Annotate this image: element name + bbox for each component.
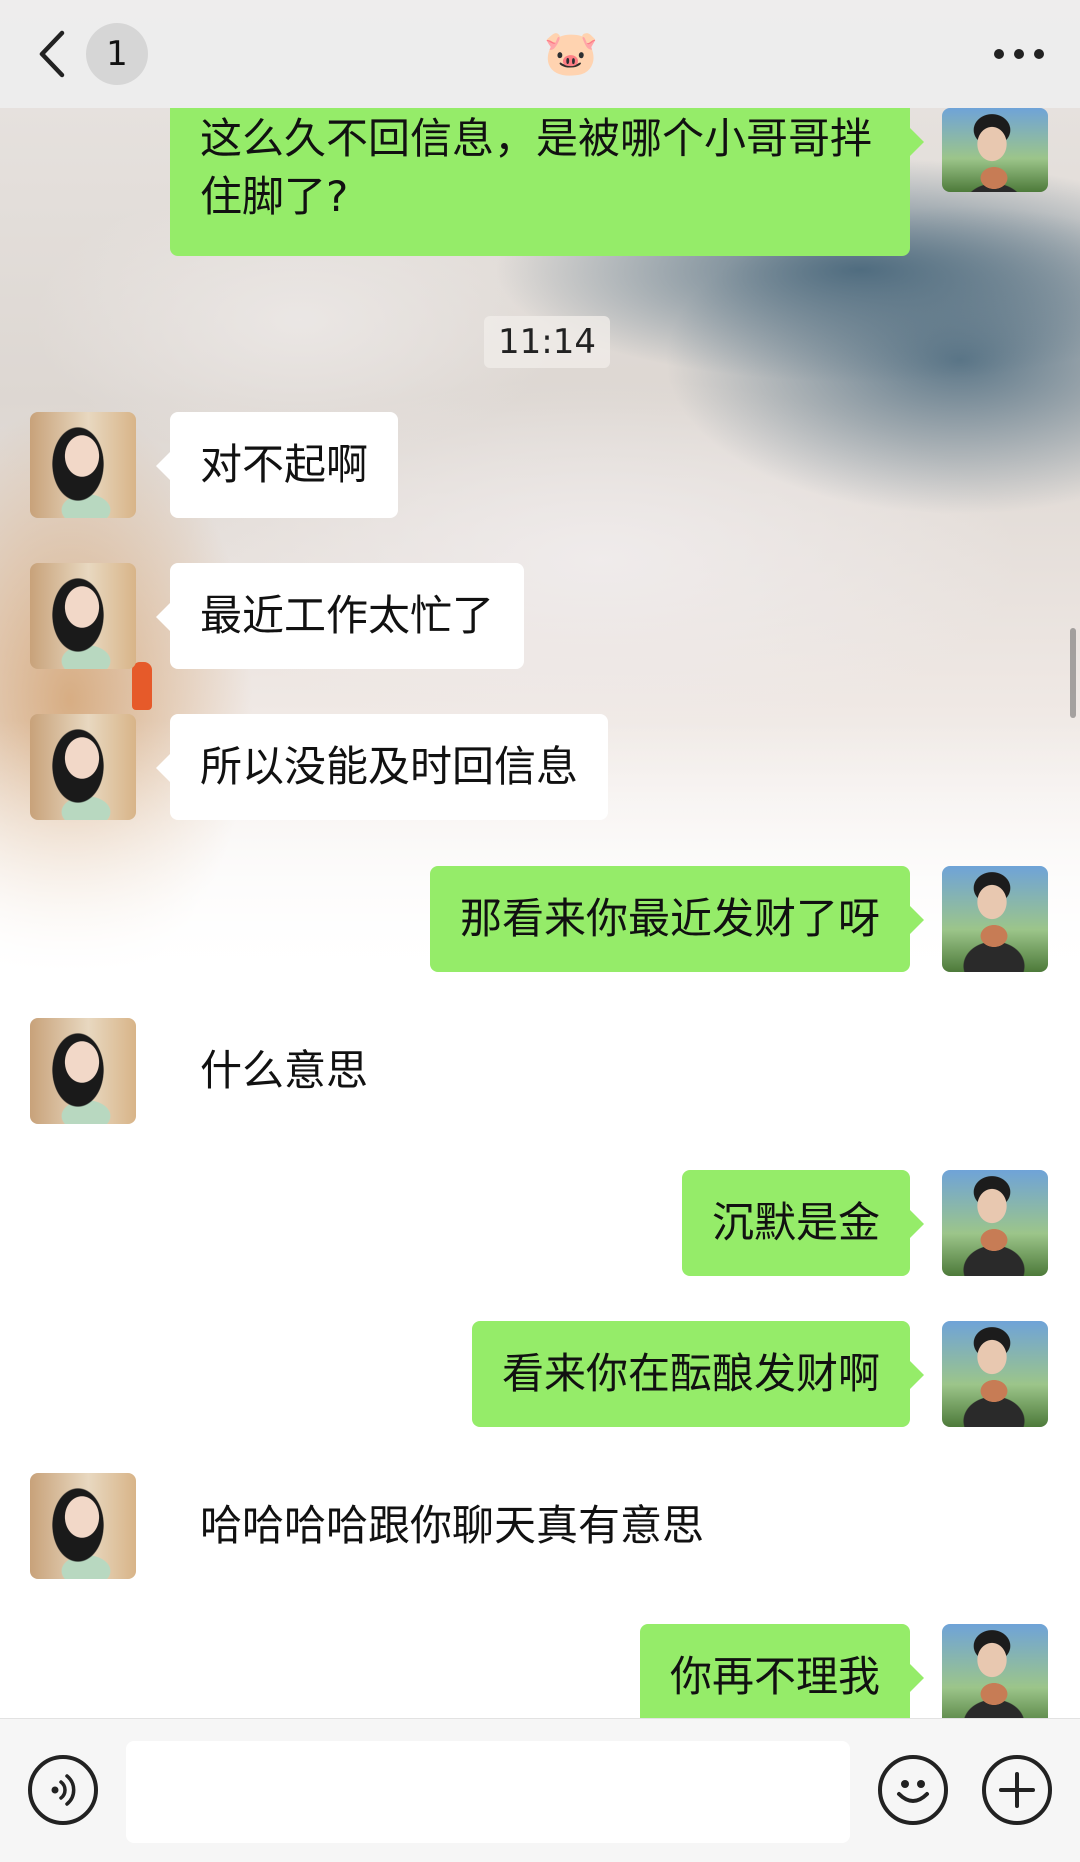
contact-avatar[interactable] bbox=[30, 1473, 136, 1579]
scrollbar[interactable] bbox=[1070, 628, 1076, 718]
received-message[interactable]: 哈哈哈哈跟你聊天真有意思 bbox=[200, 1473, 734, 1579]
sent-message[interactable]: 你再不理我 bbox=[639, 1624, 925, 1718]
sent-message[interactable]: 那看来你最近发财了呀 bbox=[429, 866, 925, 972]
contact-avatar[interactable] bbox=[30, 563, 136, 669]
my-avatar[interactable] bbox=[942, 1321, 1048, 1427]
contact-avatar[interactable] bbox=[30, 714, 136, 820]
chat-title-pig-icon: 🐷 bbox=[543, 28, 599, 79]
received-message[interactable]: 对不起啊 bbox=[155, 412, 399, 518]
voice-icon[interactable] bbox=[28, 1755, 98, 1825]
my-avatar[interactable] bbox=[942, 108, 1048, 192]
back-button[interactable]: 1 bbox=[36, 23, 148, 85]
message-input[interactable] bbox=[126, 1741, 850, 1843]
emoji-icon[interactable] bbox=[878, 1755, 948, 1825]
chat-header: 1 🐷 bbox=[0, 0, 1080, 108]
received-message[interactable]: 最近工作太忙了 bbox=[155, 563, 525, 669]
sent-message[interactable]: 沉默是金 bbox=[681, 1170, 925, 1276]
my-avatar[interactable] bbox=[942, 1624, 1048, 1718]
received-message[interactable]: 什么意思 bbox=[200, 1018, 398, 1124]
chevron-left-icon[interactable] bbox=[36, 26, 76, 82]
my-avatar[interactable] bbox=[942, 866, 1048, 972]
plus-icon[interactable] bbox=[982, 1755, 1052, 1825]
my-avatar[interactable] bbox=[942, 1170, 1048, 1276]
received-message[interactable]: 所以没能及时回信息 bbox=[155, 714, 609, 820]
sent-message[interactable]: 这么久不回信息，是被哪个小哥哥拌住脚了? bbox=[170, 108, 924, 256]
input-bar bbox=[0, 1718, 1080, 1862]
contact-avatar[interactable] bbox=[30, 412, 136, 518]
message-timestamp: 11:14 bbox=[484, 316, 610, 368]
more-dots-icon[interactable] bbox=[993, 49, 1044, 59]
unread-count-badge: 1 bbox=[86, 23, 148, 85]
sent-message[interactable]: 看来你在酝酿发财啊 bbox=[471, 1321, 925, 1427]
message-list[interactable]: 这么久不回信息，是被哪个小哥哥拌住脚了? 11:14 对不起啊 最近工作太忙了 … bbox=[0, 108, 1080, 1718]
contact-avatar[interactable] bbox=[30, 1018, 136, 1124]
